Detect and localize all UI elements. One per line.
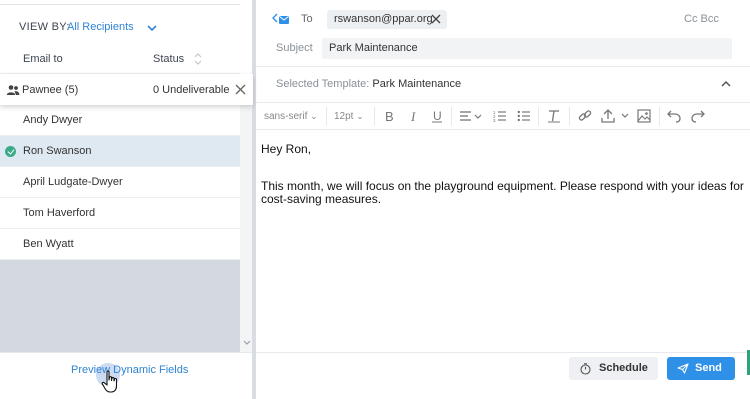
- chevron-up-icon[interactable]: [720, 80, 732, 88]
- recipient-row[interactable]: Tom Haverford: [0, 198, 240, 229]
- recipient-name: Tom Haverford: [23, 207, 96, 219]
- divider: [256, 352, 750, 353]
- group-name: Pawnee (5): [22, 84, 79, 96]
- svg-text:B: B: [385, 109, 394, 123]
- recipient-name: Andy Dwyer: [23, 114, 83, 126]
- recipient-name: Ron Swanson: [23, 145, 92, 157]
- message-paragraph[interactable]: This month, we will focus on the playgro…: [261, 180, 746, 206]
- message-greeting[interactable]: Hey Ron,: [261, 142, 311, 156]
- link-icon[interactable]: [578, 109, 592, 123]
- recipient-row[interactable]: April Ludgate-Dwyer: [0, 167, 240, 198]
- clock-icon: [580, 363, 591, 375]
- image-icon[interactable]: [637, 109, 651, 123]
- recipient-row[interactable]: Andy Dwyer: [0, 105, 240, 136]
- selected-template[interactable]: Selected Template: Park Maintenance: [276, 78, 461, 90]
- list-empty-area: [0, 260, 240, 352]
- reply-icon[interactable]: [272, 13, 290, 25]
- numbered-list-icon[interactable]: 1 2 3: [493, 109, 507, 123]
- font-size-select[interactable]: 12pt ⌄: [334, 111, 364, 122]
- upload-icon[interactable]: [601, 109, 631, 123]
- recipient-name: Ben Wyatt: [23, 238, 74, 250]
- group-status: 0 Undeliverable: [153, 84, 230, 96]
- panel-top-divider: [0, 0, 240, 5]
- recipient-chip-email: rswanson@ppar.org: [334, 13, 433, 25]
- subject-label: Subject: [276, 42, 313, 54]
- redo-icon[interactable]: [691, 109, 705, 123]
- template-label: Selected Template:: [276, 78, 370, 90]
- column-status[interactable]: Status: [153, 53, 184, 65]
- toolbar-divider: [569, 107, 570, 126]
- preview-dynamic-fields-link[interactable]: Preview Dynamic Fields: [71, 364, 188, 376]
- recipient-name: April Ludgate-Dwyer: [23, 176, 123, 188]
- column-email-to[interactable]: Email to: [23, 53, 63, 65]
- svg-text:U: U: [433, 109, 442, 123]
- toolbar-divider: [326, 107, 327, 126]
- sort-icon[interactable]: [193, 52, 203, 66]
- subject-value: Park Maintenance: [329, 42, 418, 54]
- check-circle-icon: [5, 146, 16, 157]
- users-group-icon: [6, 85, 20, 95]
- toolbar-divider: [538, 107, 539, 126]
- italic-icon[interactable]: I: [407, 109, 421, 123]
- recipient-row[interactable]: Ben Wyatt: [0, 229, 240, 260]
- svg-text:I: I: [410, 109, 416, 123]
- cc-bcc-toggle[interactable]: Cc Bcc: [684, 13, 719, 25]
- schedule-button-label: Schedule: [599, 362, 648, 374]
- close-icon[interactable]: [235, 84, 246, 95]
- toolbar-divider: [659, 107, 660, 126]
- bullet-list-icon[interactable]: [517, 109, 531, 123]
- toolbar-divider: [374, 107, 375, 126]
- hand-cursor-icon: [101, 370, 118, 393]
- font-family-value: sans-serif: [264, 111, 308, 122]
- paper-plane-icon: [677, 363, 689, 374]
- toolbar-divider: [451, 107, 452, 126]
- align-icon[interactable]: [459, 109, 483, 123]
- svg-text:3: 3: [493, 118, 496, 123]
- to-label: To: [301, 13, 313, 25]
- recipient-row-selected[interactable]: Ron Swanson: [0, 136, 240, 167]
- divider: [256, 66, 750, 67]
- undo-icon[interactable]: [667, 109, 681, 123]
- template-name: Park Maintenance: [372, 78, 462, 90]
- chevron-down-icon[interactable]: [145, 22, 159, 34]
- underline-icon[interactable]: U: [430, 109, 444, 123]
- bold-icon[interactable]: B: [382, 109, 396, 123]
- font-family-select[interactable]: sans-serif ⌄: [264, 111, 318, 122]
- font-size-value: 12pt: [334, 111, 354, 122]
- view-by-dropdown[interactable]: All Recipients: [67, 21, 134, 33]
- app-root: VIEW BY: All Recipients Email to Status …: [0, 0, 750, 399]
- scroll-down-arrow-icon[interactable]: [243, 340, 251, 346]
- view-by-label: VIEW BY:: [19, 21, 70, 33]
- remove-recipient-icon[interactable]: [431, 14, 441, 24]
- clear-format-icon[interactable]: [547, 109, 561, 123]
- send-button-label: Send: [695, 362, 722, 374]
